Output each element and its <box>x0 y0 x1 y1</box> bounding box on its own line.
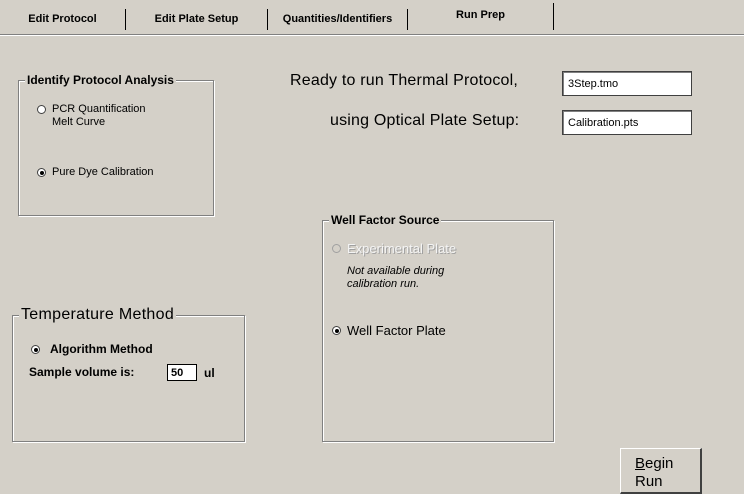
pcr-melt-option[interactable]: PCR Quantification Melt Curve <box>37 103 146 129</box>
pcr-label-line2: Melt Curve <box>52 116 106 128</box>
plate-setup-label: using Optical Plate Setup: <box>330 112 520 129</box>
pcr-label-line1: PCR Quantification <box>52 103 146 115</box>
well-factor-title: Well Factor Source <box>329 212 442 228</box>
pure-dye-option[interactable]: Pure Dye Calibration <box>37 166 154 179</box>
temperature-method-group: Temperature Method Algorithm Method Samp… <box>12 305 245 442</box>
temperature-method-title: Temperature Method <box>19 305 177 325</box>
algorithm-method-option[interactable]: Algorithm Method <box>31 343 153 356</box>
identify-analysis-title: Identify Protocol Analysis <box>25 72 176 88</box>
sample-volume-label: Sample volume is: <box>29 365 135 379</box>
experimental-note: Not available during calibration run. <box>347 265 444 291</box>
experimental-note-line2: calibration run. <box>347 278 420 290</box>
run-label: Run <box>635 473 663 490</box>
well-factor-plate-label: Well Factor Plate <box>347 323 446 338</box>
begin-access-key: B <box>635 455 646 472</box>
well-factor-group: Well Factor Source Experimental Plate No… <box>322 212 554 442</box>
experimental-plate-option[interactable]: Experimental Plate <box>332 242 456 255</box>
plate-setup-field[interactable] <box>562 110 692 135</box>
protocol-field[interactable] <box>562 71 692 96</box>
tab-baseline <box>0 34 744 36</box>
tab-edit-protocol[interactable]: Edit Protocol <box>0 9 126 30</box>
sample-volume-input[interactable] <box>167 364 197 381</box>
protocol-label: Ready to run Thermal Protocol, <box>290 72 519 89</box>
experimental-note-line1: Not available during <box>347 265 445 277</box>
identify-analysis-group: Identify Protocol Analysis PCR Quantific… <box>18 72 214 216</box>
pure-dye-radio[interactable] <box>37 168 46 177</box>
well-factor-plate-option[interactable]: Well Factor Plate <box>332 324 446 337</box>
pcr-melt-radio[interactable] <box>37 105 46 114</box>
tab-edit-plate-setup[interactable]: Edit Plate Setup <box>126 9 268 30</box>
tab-run-prep[interactable]: Run Prep <box>408 3 554 30</box>
tab-strip: Edit Protocol Edit Plate Setup Quantitie… <box>0 0 744 34</box>
experimental-plate-label: Experimental Plate <box>347 241 457 256</box>
begin-run-button[interactable]: Begin Run <box>620 448 702 494</box>
experimental-plate-radio[interactable] <box>332 244 341 253</box>
algorithm-method-radio[interactable] <box>31 345 40 354</box>
begin-label: egin <box>645 455 674 472</box>
pure-dye-label: Pure Dye Calibration <box>52 166 154 178</box>
sample-volume-unit: ul <box>204 366 215 380</box>
pcr-melt-label: PCR Quantification Melt Curve <box>52 103 146 129</box>
algorithm-method-label: Algorithm Method <box>50 342 153 356</box>
tab-quantities-identifiers[interactable]: Quantities/Identifiers <box>268 9 408 30</box>
well-factor-plate-radio[interactable] <box>332 326 341 335</box>
